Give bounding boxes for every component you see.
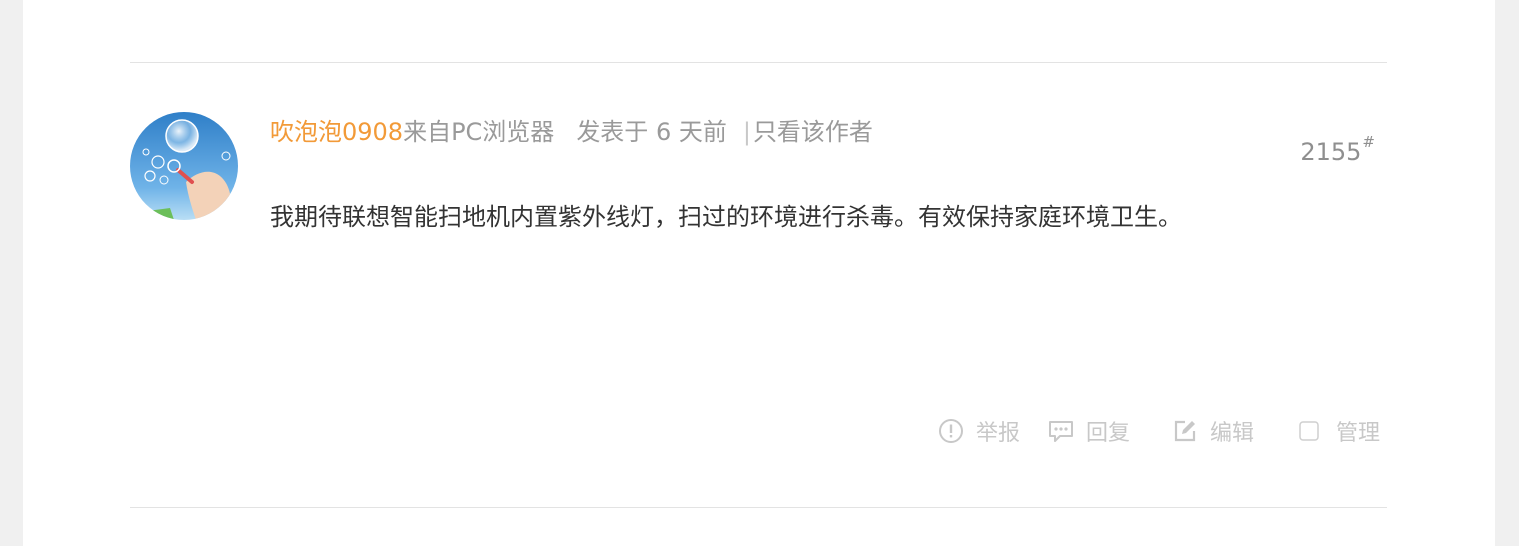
edit-label: 编辑 bbox=[1209, 421, 1254, 446]
reply-button[interactable]: 回复 bbox=[1048, 415, 1130, 447]
author-link[interactable]: 吹泡泡0908 bbox=[270, 118, 403, 146]
report-label: 举报 bbox=[975, 421, 1020, 446]
floor-number-value: 2155 bbox=[1300, 138, 1362, 166]
checkbox-icon[interactable] bbox=[1298, 420, 1320, 442]
post-time: 发表于 6 天前 bbox=[576, 118, 727, 146]
avatar-image bbox=[130, 112, 238, 220]
floor-mark: # bbox=[1362, 133, 1375, 151]
post-content: 我期待联想智能扫地机内置紫外线灯，扫过的环境进行杀毒。有效保持家庭环境卫生。 bbox=[270, 203, 1182, 231]
avatar[interactable] bbox=[130, 112, 238, 220]
meta-separator: | bbox=[742, 118, 751, 146]
top-divider bbox=[130, 62, 1387, 63]
post-actions: 举报 回复 编辑 管理 bbox=[938, 412, 1380, 450]
only-author-link[interactable]: 只看该作者 bbox=[753, 118, 873, 146]
pencil-square-icon bbox=[1172, 418, 1198, 444]
report-button[interactable]: 举报 bbox=[938, 415, 1020, 447]
bottom-divider bbox=[130, 507, 1387, 508]
edit-button[interactable]: 编辑 bbox=[1172, 415, 1254, 447]
manage-checkbox[interactable]: 管理 bbox=[1298, 415, 1380, 447]
reply-label: 回复 bbox=[1085, 421, 1130, 446]
post-meta: 吹泡泡0908来自PC浏览器 发表于 6 天前 |只看该作者 bbox=[270, 114, 873, 150]
floor-number[interactable]: 2155# bbox=[1300, 128, 1375, 170]
exclamation-circle-icon bbox=[938, 418, 964, 444]
chat-bubble-icon bbox=[1048, 418, 1074, 444]
manage-label: 管理 bbox=[1335, 421, 1380, 446]
post-container: 吹泡泡0908来自PC浏览器 发表于 6 天前 |只看该作者 2155# 我期待联想… bbox=[23, 0, 1495, 546]
post-source: 来自PC浏览器 bbox=[403, 118, 555, 146]
